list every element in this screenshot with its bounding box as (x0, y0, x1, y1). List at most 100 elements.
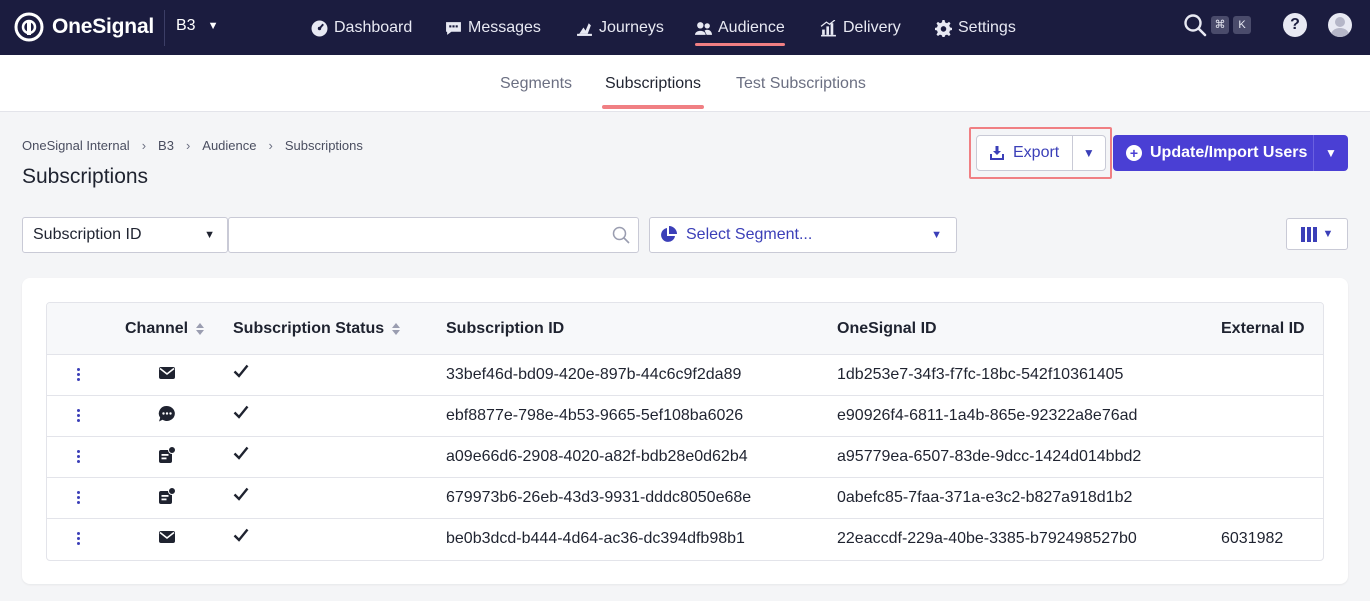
header-label: Subscription Status (233, 320, 385, 337)
pie-chart-icon (661, 226, 677, 242)
gear-icon (935, 19, 952, 37)
help-icon[interactable]: ? (1283, 13, 1307, 37)
onesignal-id-cell[interactable]: a95779ea-6507-83de-9dcc-1424d014bbd2 (837, 448, 1141, 466)
nav-settings[interactable]: Settings (935, 15, 1016, 41)
app-name: B3 (176, 17, 196, 34)
caret-down-icon: ▼ (1082, 146, 1095, 160)
export-label: Export (1013, 144, 1060, 161)
search-icon[interactable] (1183, 13, 1207, 37)
sub-tabs: Segments Subscriptions Test Subscription… (0, 55, 1370, 112)
table-header: Channel Subscription Status Subscription… (47, 303, 1323, 355)
sort-icon (392, 322, 401, 336)
header-label: OneSignal ID (837, 320, 937, 337)
subscription-id-cell[interactable]: ebf8877e-798e-4b53-9665-5ef108ba6026 (446, 407, 743, 425)
nav-label: Messages (468, 19, 541, 36)
table-body: 33bef46d-bd09-420e-897b-44c6c9f2da89 1db2… (47, 355, 1323, 560)
export-dropdown-toggle[interactable]: ▼ (1071, 136, 1105, 170)
brand-name: OneSignal (52, 15, 155, 38)
row-actions-icon[interactable] (77, 409, 81, 423)
row-actions-icon[interactable] (77, 368, 81, 382)
app-switcher[interactable]: B3 ▼ (176, 17, 218, 35)
shortcut-key: K (1233, 16, 1251, 34)
export-split-button: Export ▼ (976, 135, 1106, 171)
row-actions-icon[interactable] (77, 450, 81, 464)
columns-icon (1300, 226, 1317, 242)
header-label: External ID (1221, 320, 1305, 337)
nav-journeys[interactable]: Journeys (576, 15, 664, 41)
import-split-button: + Update/Import Users ▼ (1113, 135, 1348, 171)
search-input[interactable] (229, 218, 599, 252)
journeys-icon (577, 22, 592, 36)
onesignal-id-cell[interactable]: 1db253e7-34f3-f7fc-18bc-542f10361405 (837, 366, 1123, 384)
caret-down-icon: ▼ (1325, 146, 1337, 160)
audience-icon (695, 21, 712, 35)
header-label: Subscription ID (446, 320, 565, 337)
chevron-right-icon: › (141, 138, 147, 153)
subscription-id-cell[interactable]: be0b3dcd-b444-4d64-ac36-dc394dfb98b1 (446, 530, 745, 548)
subscription-id-cell[interactable]: 33bef46d-bd09-420e-897b-44c6c9f2da89 (446, 366, 741, 384)
subscriptions-table: Channel Subscription Status Subscription… (46, 302, 1324, 561)
table-row: be0b3dcd-b444-4d64-ac36-dc394dfb98b1 22ea… (47, 519, 1323, 560)
checkmark-icon (233, 528, 249, 542)
avatar[interactable] (1328, 13, 1352, 37)
import-label: Update/Import Users (1150, 144, 1308, 161)
search-field-select[interactable]: Subscription ID ▼ (22, 217, 228, 253)
nav-label: Settings (958, 19, 1016, 36)
row-actions-icon[interactable] (77, 491, 81, 505)
nav-utilities: ⌘ K ? (1183, 13, 1352, 37)
breadcrumb-app[interactable]: B3 (158, 138, 174, 153)
table-row: ebf8877e-798e-4b53-9665-5ef108ba6026 e909… (47, 396, 1323, 437)
nav-divider (164, 10, 165, 46)
header-channel[interactable]: Channel (125, 320, 205, 338)
push-icon (158, 487, 176, 505)
search-field-value: Subscription ID (33, 226, 142, 243)
nav-messages[interactable]: Messages (445, 15, 541, 41)
column-picker-button[interactable]: ▼ (1286, 218, 1348, 250)
messages-icon (446, 21, 461, 35)
nav-dashboard[interactable]: Dashboard (311, 15, 412, 41)
tab-subscriptions[interactable]: Subscriptions (601, 75, 705, 109)
breadcrumb-current: Subscriptions (284, 138, 363, 153)
chevron-right-icon: › (185, 138, 191, 153)
subscriptions-card: Channel Subscription Status Subscription… (22, 278, 1348, 584)
header-label: Channel (125, 320, 189, 337)
page-title: Subscriptions (22, 165, 149, 188)
breadcrumb-audience[interactable]: Audience (202, 138, 256, 153)
caret-down-icon: ▼ (204, 229, 215, 241)
tab-segments[interactable]: Segments (500, 75, 572, 93)
export-button[interactable]: Export (977, 136, 1072, 170)
subscription-id-cell[interactable]: 679973b6-26eb-43d3-9931-dddc8050e68e (446, 489, 751, 507)
segment-placeholder: Select Segment... (686, 226, 813, 243)
sort-icon (196, 322, 205, 336)
search-icon[interactable] (612, 226, 630, 244)
checkmark-icon (233, 446, 249, 460)
table-row: a09e66d6-2908-4020-a82f-bdb28e0d62b4 a957… (47, 437, 1323, 478)
checkmark-icon (233, 364, 249, 378)
caret-down-icon: ▼ (1322, 228, 1334, 240)
segment-select[interactable]: Select Segment... ▼ (649, 217, 957, 253)
onesignal-id-cell[interactable]: 0abefc85-7faa-371a-e3c2-b827a918d1b2 (837, 489, 1132, 507)
onesignal-id-cell[interactable]: 22eaccdf-229a-40be-3385-b792498527b0 (837, 530, 1137, 548)
nav-label: Journeys (599, 19, 664, 36)
plus-circle-icon: + (1126, 145, 1142, 161)
caret-down-icon: ▼ (931, 229, 942, 241)
header-onesignal-id: OneSignal ID (837, 320, 937, 338)
onesignal-id-cell[interactable]: e90926f4-6811-1a4b-865e-92322a8e76ad (837, 407, 1137, 425)
row-actions-icon[interactable] (77, 532, 81, 546)
onesignal-logo[interactable]: OneSignal (14, 12, 154, 42)
breadcrumb-org[interactable]: OneSignal Internal (22, 138, 130, 153)
tab-test-subscriptions[interactable]: Test Subscriptions (736, 75, 866, 93)
table-row: 33bef46d-bd09-420e-897b-44c6c9f2da89 1db2… (47, 355, 1323, 396)
header-subscription-status[interactable]: Subscription Status (233, 320, 401, 338)
sms-icon (158, 405, 176, 423)
dashboard-icon (311, 20, 328, 36)
shortcut-mod-key: ⌘ (1211, 16, 1229, 34)
checkmark-icon (233, 487, 249, 501)
import-dropdown-toggle[interactable]: ▼ (1313, 135, 1348, 171)
nav-delivery[interactable]: Delivery (820, 15, 901, 41)
subscription-id-cell[interactable]: a09e66d6-2908-4020-a82f-bdb28e0d62b4 (446, 448, 748, 466)
breadcrumb: OneSignal Internal › B3 › Audience › Sub… (22, 138, 363, 153)
nav-audience[interactable]: Audience (695, 15, 785, 46)
update-import-users-button[interactable]: + Update/Import Users (1113, 135, 1313, 171)
nav-label: Delivery (843, 19, 901, 36)
